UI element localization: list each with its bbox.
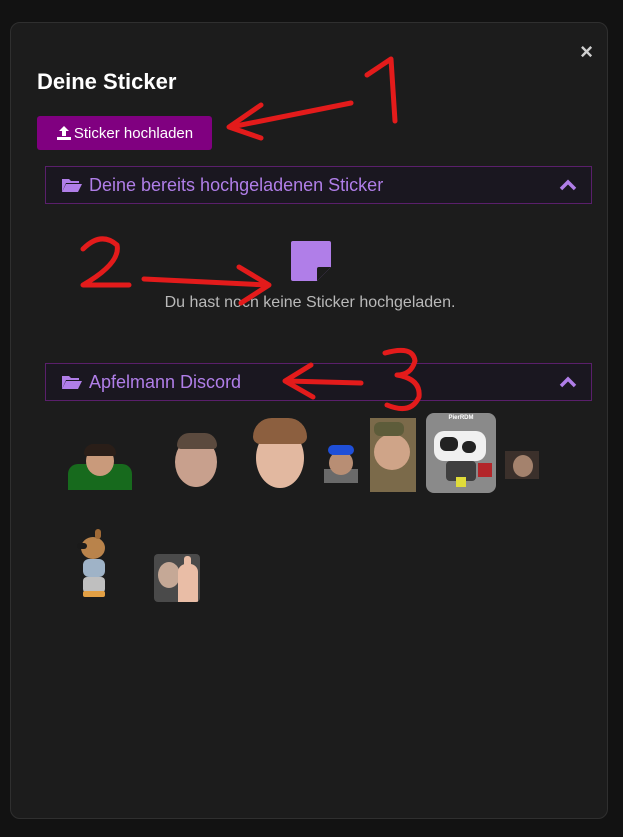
discord-stickers-label: Apfelmann Discord xyxy=(89,371,242,392)
folder-open-icon xyxy=(62,179,82,192)
sticky-note-icon xyxy=(291,241,331,281)
upload-sticker-button[interactable]: Sticker hochladen xyxy=(37,116,212,150)
sticker-modal: × Deine Sticker Sticker hochladen Deine … xyxy=(10,22,608,819)
sticker-6[interactable]: PierRDM xyxy=(426,413,496,493)
upload-icon xyxy=(56,126,71,140)
folder-open-icon xyxy=(62,376,82,389)
discord-stickers-header[interactable]: Apfelmann Discord xyxy=(45,363,592,401)
sticker-8[interactable] xyxy=(69,529,119,597)
sticker-7[interactable] xyxy=(505,451,539,479)
sticker-1[interactable] xyxy=(68,444,132,490)
arrow-2-icon xyxy=(141,276,270,288)
annotation-digit-1 xyxy=(364,56,398,124)
empty-state-text: Du hast noch keine Sticker hochgeladen. xyxy=(164,294,456,311)
arrow-1-icon xyxy=(228,100,354,130)
sticker-5[interactable] xyxy=(370,418,416,492)
annotation-digit-2 xyxy=(80,236,132,288)
close-icon[interactable]: × xyxy=(580,41,593,63)
sticker-3[interactable] xyxy=(251,416,309,494)
uploaded-stickers-header[interactable]: Deine bereits hochgeladenen Sticker xyxy=(45,166,592,204)
sticker-4[interactable] xyxy=(322,443,360,483)
modal-title: Deine Sticker xyxy=(37,69,177,94)
uploaded-stickers-label: Deine bereits hochgeladenen Sticker xyxy=(89,174,384,195)
chevron-up-icon[interactable] xyxy=(559,375,577,389)
sticker-9[interactable] xyxy=(154,554,200,602)
sticker-caption: PierRDM xyxy=(448,415,474,421)
sticker-2[interactable] xyxy=(171,431,221,487)
chevron-up-icon[interactable] xyxy=(559,178,577,192)
upload-button-label: Sticker hochladen xyxy=(73,124,194,142)
